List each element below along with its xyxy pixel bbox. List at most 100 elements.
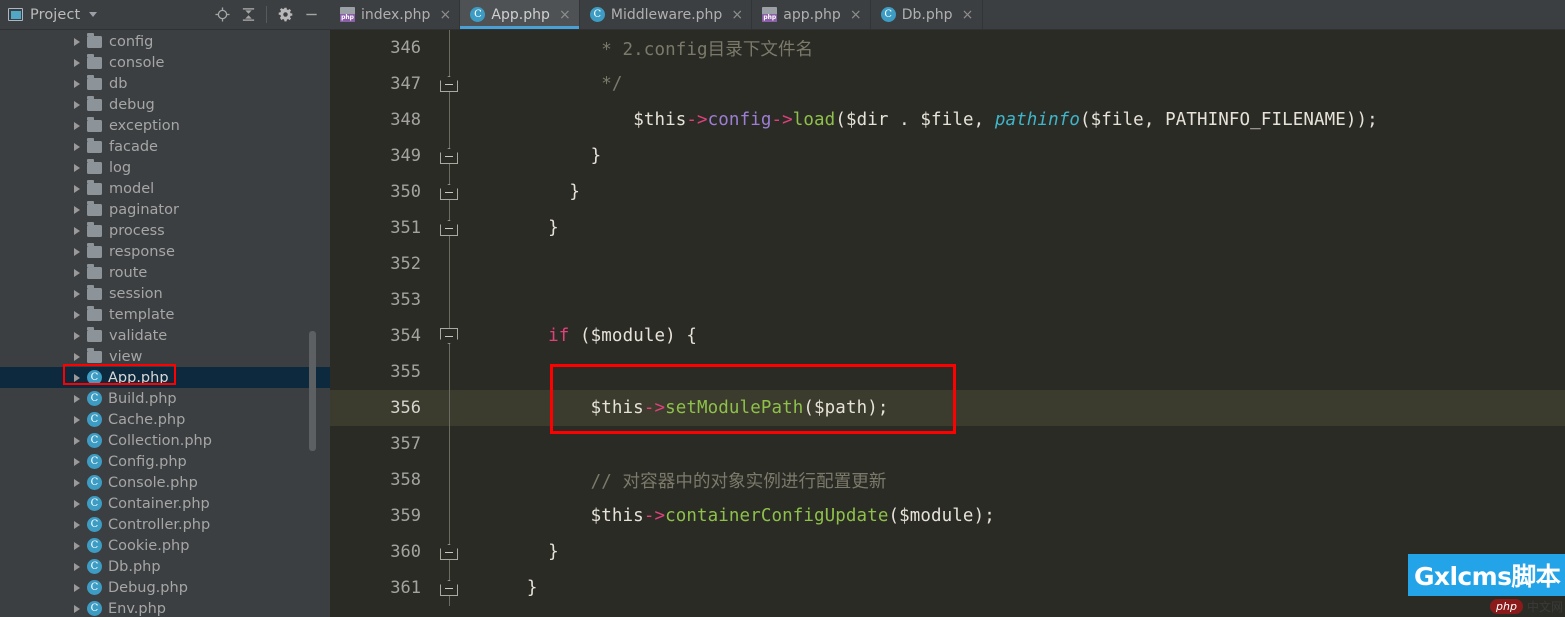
chevron-right-icon[interactable]: [74, 583, 80, 592]
editor-tab-middleware-php[interactable]: C Middleware.php ×: [580, 0, 753, 29]
tree-item-cache-php[interactable]: C Cache.php: [0, 409, 330, 430]
fold-gutter[interactable]: [435, 138, 463, 174]
fold-gutter[interactable]: [435, 102, 463, 138]
editor-tab-bar[interactable]: index.php×CApp.php×CMiddleware.php×app.p…: [330, 0, 1565, 30]
code-editor[interactable]: 346 * 2.config目录下文件名 347 */348 $this->con…: [330, 30, 1565, 617]
code-line[interactable]: 349 }: [330, 138, 1565, 174]
sidebar-scrollbar-thumb[interactable]: [309, 331, 316, 451]
tree-item-exception[interactable]: exception: [0, 115, 330, 136]
chevron-right-icon[interactable]: [74, 541, 80, 550]
chevron-right-icon[interactable]: [74, 205, 80, 214]
fold-gutter[interactable]: [435, 498, 463, 534]
fold-collapse-icon[interactable]: [440, 580, 458, 596]
fold-collapse-icon[interactable]: [440, 184, 458, 200]
chevron-right-icon[interactable]: [74, 142, 80, 151]
chevron-right-icon[interactable]: [74, 58, 80, 67]
tree-item-container-php[interactable]: C Container.php: [0, 493, 330, 514]
tree-item-debug-php[interactable]: C Debug.php: [0, 577, 330, 598]
chevron-right-icon[interactable]: [74, 247, 80, 256]
chevron-right-icon[interactable]: [74, 373, 80, 382]
code-line[interactable]: 351 }: [330, 210, 1565, 246]
code-line[interactable]: 346 * 2.config目录下文件名: [330, 30, 1565, 66]
tree-item-paginator[interactable]: paginator: [0, 199, 330, 220]
chevron-right-icon[interactable]: [74, 268, 80, 277]
editor-tab-index-php[interactable]: index.php ×: [330, 0, 461, 29]
chevron-right-icon[interactable]: [74, 121, 80, 130]
chevron-right-icon[interactable]: [74, 394, 80, 403]
fold-gutter[interactable]: [435, 426, 463, 462]
tree-item-session[interactable]: session: [0, 283, 330, 304]
chevron-right-icon[interactable]: [74, 562, 80, 571]
fold-gutter[interactable]: [435, 570, 463, 606]
chevron-right-icon[interactable]: [74, 331, 80, 340]
code-line[interactable]: 357: [330, 426, 1565, 462]
tree-item-validate[interactable]: validate: [0, 325, 330, 346]
code-line[interactable]: 358 // 对容器中的对象实例进行配置更新: [330, 462, 1565, 498]
project-panel-title[interactable]: Project: [8, 7, 98, 23]
locate-target-icon[interactable]: [209, 2, 235, 28]
fold-gutter[interactable]: [435, 30, 463, 66]
chevron-right-icon[interactable]: [74, 289, 80, 298]
chevron-right-icon[interactable]: [74, 415, 80, 424]
chevron-right-icon[interactable]: [74, 478, 80, 487]
fold-gutter[interactable]: [435, 210, 463, 246]
editor-tab-app-php[interactable]: app.php ×: [752, 0, 871, 29]
tree-item-controller-php[interactable]: C Controller.php: [0, 514, 330, 535]
code-line[interactable]: 348 $this->config->load($dir . $file, pa…: [330, 102, 1565, 138]
tree-item-process[interactable]: process: [0, 220, 330, 241]
tree-item-config[interactable]: config: [0, 31, 330, 52]
fold-gutter[interactable]: [435, 66, 463, 102]
sidebar-scrollbar-track[interactable]: [309, 30, 323, 617]
project-file-tree[interactable]: config console db debug exception facade log mo…: [0, 30, 330, 617]
fold-gutter[interactable]: [435, 354, 463, 390]
editor-tab-app-php[interactable]: C App.php ×: [460, 0, 580, 29]
chevron-right-icon[interactable]: [74, 352, 80, 361]
fold-collapse-icon[interactable]: [440, 76, 458, 92]
chevron-right-icon[interactable]: [74, 163, 80, 172]
tree-item-db[interactable]: db: [0, 73, 330, 94]
tree-item-console[interactable]: console: [0, 52, 330, 73]
tree-item-env-php[interactable]: C Env.php: [0, 598, 330, 617]
chevron-right-icon[interactable]: [74, 499, 80, 508]
code-line[interactable]: 359 $this->containerConfigUpdate($module…: [330, 498, 1565, 534]
editor-tab-db-php[interactable]: C Db.php ×: [871, 0, 983, 29]
tree-item-db-php[interactable]: C Db.php: [0, 556, 330, 577]
tree-item-build-php[interactable]: C Build.php: [0, 388, 330, 409]
minimize-icon[interactable]: [298, 2, 324, 28]
tree-item-console-php[interactable]: C Console.php: [0, 472, 330, 493]
fold-gutter[interactable]: [435, 534, 463, 570]
fold-gutter[interactable]: [435, 282, 463, 318]
chevron-right-icon[interactable]: [74, 184, 80, 193]
tree-item-collection-php[interactable]: C Collection.php: [0, 430, 330, 451]
tree-item-debug[interactable]: debug: [0, 94, 330, 115]
tree-item-template[interactable]: template: [0, 304, 330, 325]
tree-item-cookie-php[interactable]: C Cookie.php: [0, 535, 330, 556]
chevron-right-icon[interactable]: [74, 310, 80, 319]
code-line[interactable]: 350 }: [330, 174, 1565, 210]
close-icon[interactable]: ×: [850, 8, 862, 22]
gear-icon[interactable]: [272, 2, 298, 28]
tree-item-config-php[interactable]: C Config.php: [0, 451, 330, 472]
tree-item-log[interactable]: log: [0, 157, 330, 178]
chevron-right-icon[interactable]: [74, 79, 80, 88]
tree-item-facade[interactable]: facade: [0, 136, 330, 157]
tree-item-view[interactable]: view: [0, 346, 330, 367]
code-line[interactable]: 361 }: [330, 570, 1565, 606]
collapse-all-icon[interactable]: [235, 2, 261, 28]
fold-collapse-icon[interactable]: [440, 544, 458, 560]
fold-gutter[interactable]: [435, 246, 463, 282]
chevron-right-icon[interactable]: [74, 226, 80, 235]
code-line[interactable]: 354 if ($module) {: [330, 318, 1565, 354]
chevron-right-icon[interactable]: [74, 457, 80, 466]
chevron-right-icon[interactable]: [74, 604, 80, 613]
code-line[interactable]: 355: [330, 354, 1565, 390]
fold-collapse-icon[interactable]: [440, 328, 458, 344]
close-icon[interactable]: ×: [559, 8, 571, 22]
close-icon[interactable]: ×: [962, 8, 974, 22]
chevron-right-icon[interactable]: [74, 100, 80, 109]
code-line[interactable]: 352: [330, 246, 1565, 282]
chevron-right-icon[interactable]: [74, 436, 80, 445]
fold-collapse-icon[interactable]: [440, 220, 458, 236]
fold-gutter[interactable]: [435, 174, 463, 210]
fold-gutter[interactable]: [435, 462, 463, 498]
